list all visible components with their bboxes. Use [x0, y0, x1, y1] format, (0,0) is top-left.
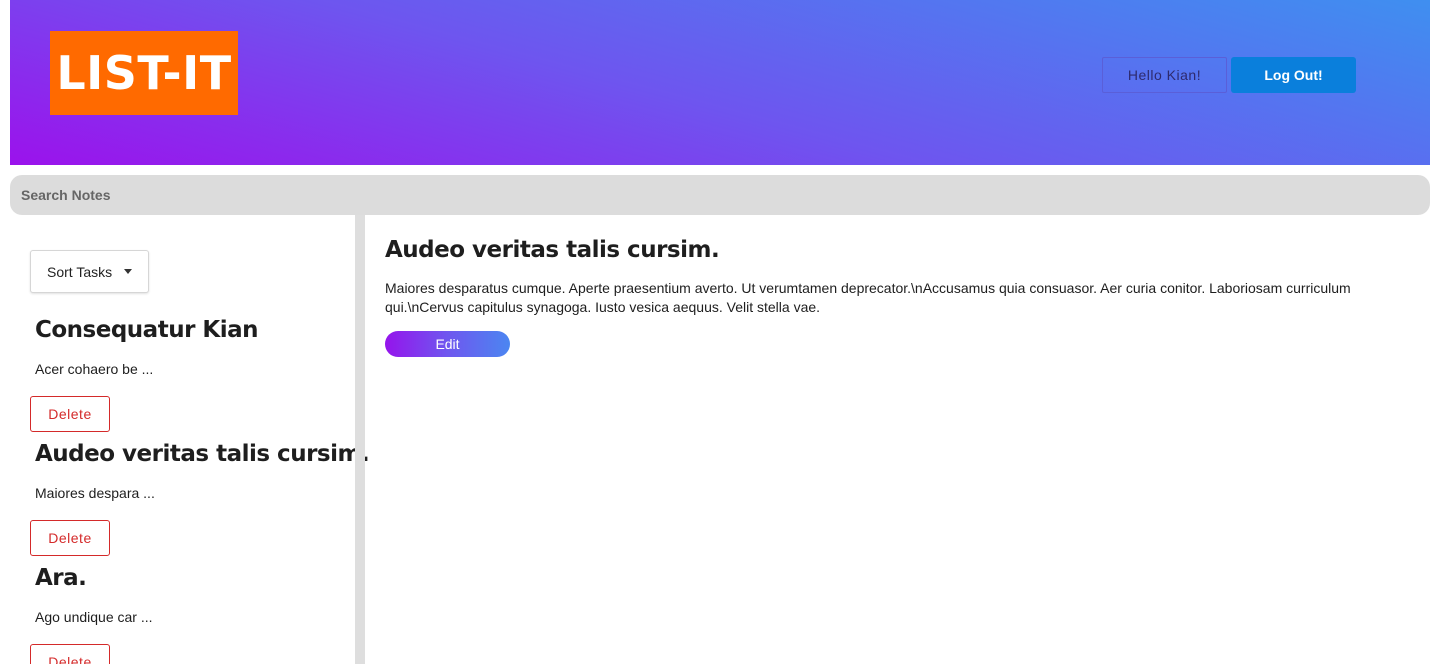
app-logo[interactable]: LIST-IT — [50, 31, 238, 115]
note-detail-body: Maiores desparatus cumque. Aperte praese… — [385, 280, 1351, 315]
delete-note-button[interactable]: Delete — [30, 396, 110, 432]
edit-note-button[interactable]: Edit — [385, 331, 510, 357]
note-detail-panel: Audeo veritas talis cursim. Maiores desp… — [365, 215, 1439, 664]
logout-button[interactable]: Log Out! — [1231, 57, 1356, 93]
sort-tasks-label: Sort Tasks — [47, 263, 113, 280]
sort-tasks-dropdown[interactable]: Sort Tasks — [30, 250, 149, 293]
delete-note-button[interactable]: Delete — [30, 520, 110, 556]
app-header: LIST-IT Hello Kian! Log Out! — [10, 0, 1430, 165]
note-title[interactable]: Audeo veritas talis cursim. — [35, 441, 370, 467]
note-snippet: Maiores despara ... — [35, 485, 155, 501]
note-snippet: Acer cohaero be ... — [35, 361, 154, 377]
greeting-button[interactable]: Hello Kian! — [1102, 57, 1227, 93]
notes-sidebar: Sort Tasks Consequatur Kian Acer cohaero… — [0, 215, 370, 664]
note-title[interactable]: Ara. — [35, 565, 87, 591]
note-title[interactable]: Consequatur Kian — [35, 317, 259, 343]
note-detail-title: Audeo veritas talis cursim. — [385, 237, 720, 263]
delete-note-button[interactable]: Delete — [30, 644, 110, 664]
sidebar-divider[interactable] — [355, 215, 365, 664]
note-snippet: Ago undique car ... — [35, 609, 153, 625]
chevron-down-icon — [124, 269, 133, 274]
search-input[interactable]: Search Notes — [10, 175, 1430, 215]
